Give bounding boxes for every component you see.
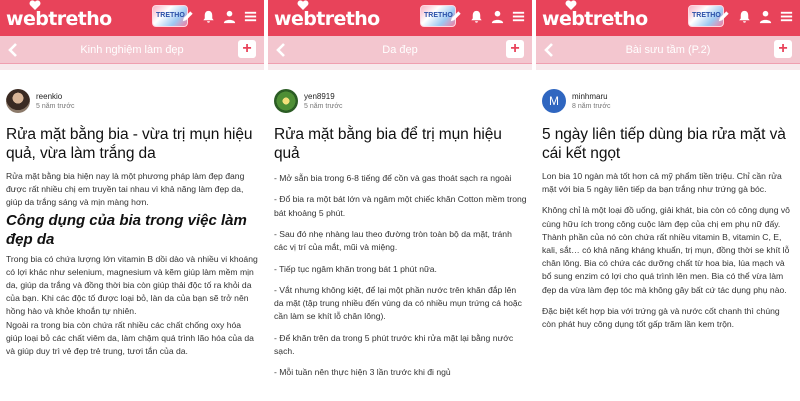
author-meta: yen8919 5 năm trước [304, 92, 342, 110]
back-arrow-icon[interactable] [274, 42, 288, 58]
pencil-icon[interactable] [716, 9, 731, 24]
post-steps: - Mở sẵn bia trong 6-8 tiếng để cồn và g… [274, 172, 527, 380]
section-bar: Da đẹp + [268, 36, 532, 64]
author-name[interactable]: minhmaru [572, 92, 610, 101]
post: reenkio 5 năm trước Rửa mặt bằng bia - v… [0, 70, 264, 358]
panel-1: webtretho TRETHO Kinh nghiệm làm đẹp + r… [0, 0, 264, 401]
post-paragraph: Không chỉ là một loại đồ uống, giải khát… [542, 205, 790, 295]
post: yen8919 5 năm trước Rửa mặt bằng bia để … [268, 70, 532, 380]
header-icons [716, 9, 794, 24]
post-title: 5 ngày liên tiếp dùng bia rửa mặt và cái… [542, 126, 786, 162]
post-time: 5 năm trước [36, 103, 75, 110]
step-item: - Để khăn trên da trong 5 phút trước khi… [274, 332, 514, 356]
bell-icon[interactable] [201, 9, 216, 24]
menu-icon[interactable] [511, 9, 526, 24]
post-body: Lon bia 10 ngàn mà tốt hơn cả mỹ phẩm ti… [542, 170, 795, 331]
top-bar: webtretho TRETHO [268, 0, 532, 36]
post-intro: Lon bia 10 ngàn mà tốt hơn cả mỹ phẩm ti… [542, 171, 782, 195]
pencil-icon[interactable] [448, 9, 463, 24]
section-bar: Kinh nghiệm làm đẹp + [0, 36, 264, 64]
post-author: yen8919 5 năm trước [274, 88, 527, 114]
post-heading: Công dụng của bia trong việc làm đẹp da [6, 211, 247, 248]
author-meta: minhmaru 8 năm trước [572, 92, 610, 110]
bell-icon[interactable] [469, 9, 484, 24]
menu-icon[interactable] [243, 9, 258, 24]
section-title[interactable]: Kinh nghiệm làm đẹp [80, 44, 183, 56]
top-bar: webtretho TRETHO [536, 0, 800, 36]
add-button[interactable]: + [774, 40, 792, 58]
pencil-icon[interactable] [180, 9, 195, 24]
menu-icon[interactable] [779, 9, 794, 24]
back-arrow-icon[interactable] [6, 42, 20, 58]
logo[interactable]: webtretho [542, 8, 648, 30]
panel-2: webtretho TRETHO Da đẹp + yen8919 5 năm … [268, 0, 532, 401]
post-author: reenkio 5 năm trước [6, 88, 259, 114]
top-bar: webtretho TRETHO [0, 0, 264, 36]
panel-3: webtretho TRETHO Bài sưu tầm (P.2) + M m… [536, 0, 800, 401]
user-icon[interactable] [222, 9, 237, 24]
author-name[interactable]: reenkio [36, 92, 74, 101]
post-paragraph: Trong bia có chứa lượng lớn vitamin B dồ… [6, 253, 258, 317]
header-icons [180, 9, 258, 24]
add-button[interactable]: + [238, 40, 256, 58]
post-time: 5 năm trước [304, 103, 343, 110]
step-item: - Vắt nhưng không kiệt, để lại một phần … [274, 284, 522, 322]
section-title[interactable]: Bài sưu tầm (P.2) [626, 44, 711, 56]
post-paragraph: Ngoài ra trong bia còn chứa rất nhiều cá… [6, 319, 254, 357]
section-title[interactable]: Da đẹp [382, 44, 417, 56]
step-item: - Sau đó nhẹ nhàng lau theo đường tròn t… [274, 228, 512, 253]
post-title: Rửa mặt bằng bia - vừa trị mụn hiệu quả,… [6, 126, 253, 162]
add-button[interactable]: + [506, 40, 524, 58]
avatar[interactable] [274, 89, 298, 113]
section-bar: Bài sưu tầm (P.2) + [536, 36, 800, 64]
step-item: - Mỗi tuần nên thực hiện 3 lần trước khi… [274, 367, 451, 378]
user-icon[interactable] [758, 9, 773, 24]
step-item: - Đổ bia ra một bát lớn và ngâm một chiế… [274, 194, 527, 218]
step-item: - Tiếp tục ngâm khăn trong bát 1 phút nữ… [274, 263, 437, 274]
back-arrow-icon[interactable] [542, 42, 556, 58]
post: M minhmaru 8 năm trước 5 ngày liên tiếp … [536, 70, 800, 331]
screenshot-collage: webtretho TRETHO Kinh nghiệm làm đẹp + r… [0, 0, 800, 401]
user-icon[interactable] [490, 9, 505, 24]
post-author: M minhmaru 8 năm trước [542, 88, 795, 114]
step-item: - Mở sẵn bia trong 6-8 tiếng để cồn và g… [274, 173, 512, 183]
avatar[interactable]: M [542, 89, 566, 113]
post-body: Rửa mặt bằng bia hiện nay là một phương … [6, 170, 259, 358]
author-name[interactable]: yen8919 [304, 92, 342, 101]
logo[interactable]: webtretho [6, 8, 112, 30]
bell-icon[interactable] [737, 9, 752, 24]
post-title: Rửa mặt bằng bia để trị mụn hiệu quả [274, 126, 502, 162]
post-paragraph: Đặc biệt kết hợp bia với trứng gà và nướ… [542, 305, 780, 330]
avatar[interactable] [6, 89, 30, 113]
logo[interactable]: webtretho [274, 8, 380, 30]
post-time: 8 năm trước [572, 103, 611, 110]
author-meta: reenkio 5 năm trước [36, 92, 74, 110]
post-intro: Rửa mặt bằng bia hiện nay là một phương … [6, 171, 245, 208]
header-icons [448, 9, 526, 24]
